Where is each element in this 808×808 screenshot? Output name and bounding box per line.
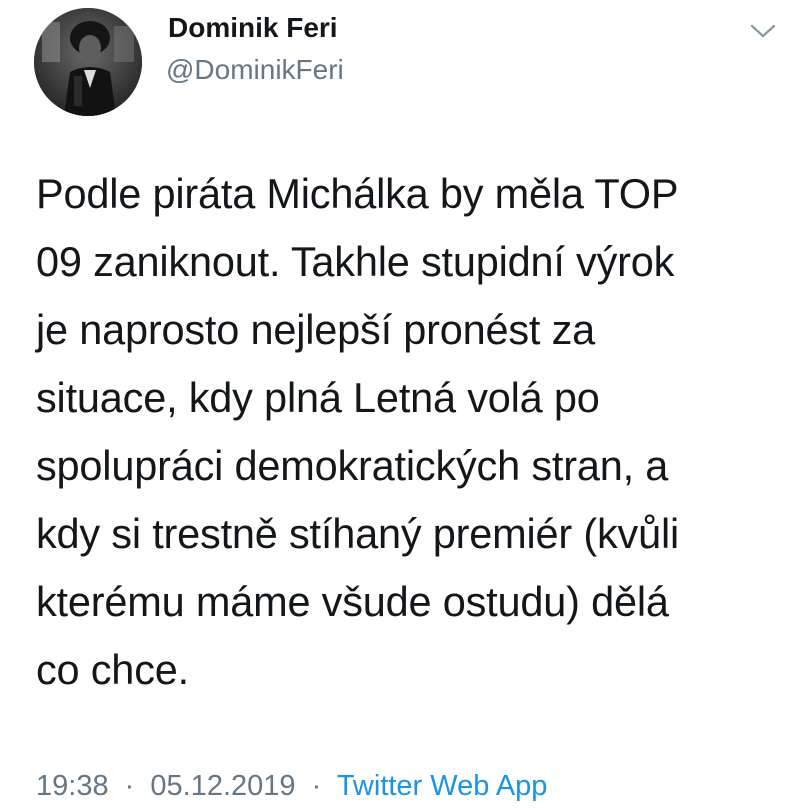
separator: ·: [124, 770, 135, 802]
tweet-card: Dominik Feri @DominikFeri Podle piráta M…: [0, 0, 808, 808]
tweet-source-link[interactable]: Twitter Web App: [337, 770, 548, 802]
tweet-text-line: kdy si trestně stíhaný premiér (kvůli: [36, 510, 679, 557]
tweet-metadata: 19:38 · 05.12.2019 · Twitter Web App: [36, 770, 547, 803]
tweet-text-line: situace, kdy plná Letná volá po: [36, 374, 600, 421]
separator: ·: [311, 770, 322, 802]
tweet-text-line: spolupráci demokratických stran, a: [36, 442, 669, 489]
tweet-text: Podle piráta Michálka by měla TOP 09 zan…: [36, 160, 776, 704]
chevron-down-icon[interactable]: [748, 20, 778, 42]
tweet-text-line: kterému máme všude ostudu) dělá: [36, 578, 669, 625]
tweet-date[interactable]: 05.12.2019: [150, 770, 295, 802]
avatar-photo: [34, 8, 142, 116]
tweet-text-line: Podle piráta Michálka by měla TOP: [36, 170, 679, 217]
tweet-text-line: je naprosto nejlepší pronést za: [36, 306, 596, 353]
tweet-time[interactable]: 19:38: [36, 770, 109, 802]
tweet-text-line: 09 zaniknout. Takhle stupidní výrok: [36, 238, 675, 285]
author-handle[interactable]: @DominikFeri: [166, 54, 344, 86]
avatar[interactable]: [34, 8, 142, 116]
tweet-text-line: co chce.: [36, 646, 189, 693]
author-display-name[interactable]: Dominik Feri: [168, 12, 338, 44]
